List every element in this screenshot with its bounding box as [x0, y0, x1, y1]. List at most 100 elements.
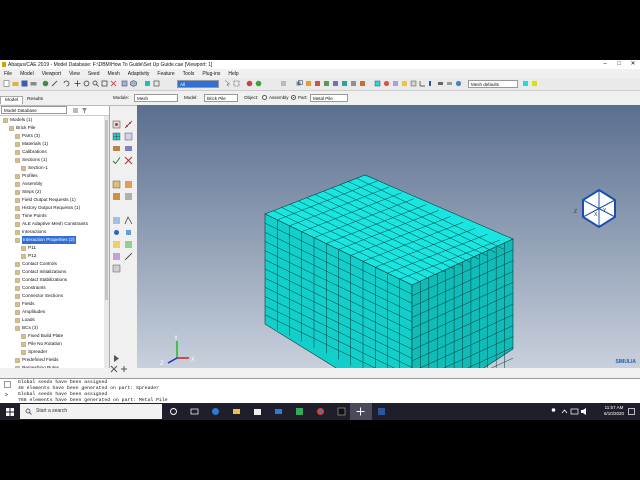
menu-mesh[interactable]: Mesh — [104, 71, 124, 77]
triad-toggle-icon[interactable] — [419, 80, 426, 87]
mesh-edge-icon[interactable] — [124, 216, 133, 225]
mesh-canvas[interactable]: X Y Z Y X Z — [137, 105, 640, 416]
layer-icon[interactable] — [359, 80, 366, 87]
menu-adaptivity[interactable]: Adaptivity — [124, 71, 154, 77]
tree-node[interactable]: Materials (1) — [15, 140, 48, 148]
verify-mesh-icon[interactable] — [112, 156, 121, 165]
open-folder-icon[interactable] — [12, 80, 19, 87]
tree-node[interactable]: Spreader — [21, 348, 47, 356]
task-view-icon[interactable] — [190, 407, 199, 416]
node-label-icon[interactable] — [401, 80, 408, 87]
sweep-mesh-icon[interactable] — [124, 240, 133, 249]
tree-node[interactable]: Amplitudes — [15, 308, 45, 316]
tree-node[interactable]: History Output Requests (1) — [15, 204, 80, 212]
magnify-icon[interactable] — [92, 80, 99, 87]
mesh-defaults-combo[interactable]: Mesh defaults — [468, 80, 518, 88]
tree-node[interactable]: Brick Pile — [9, 124, 36, 132]
taskbar-search-box[interactable]: Start a search — [20, 404, 162, 419]
menu-tools[interactable]: Tools — [179, 71, 199, 77]
tree-node[interactable]: Connector Sections — [15, 292, 63, 300]
partition-icon[interactable] — [112, 180, 121, 189]
seed-icon[interactable] — [383, 80, 390, 87]
model-select[interactable]: Brick Pile — [204, 94, 238, 102]
pan-icon[interactable] — [74, 80, 81, 87]
edge-browser-icon[interactable] — [211, 407, 220, 416]
tray-chevron-icon[interactable] — [560, 407, 569, 416]
query-icon[interactable] — [42, 80, 49, 87]
virtual-topology-icon[interactable] — [124, 192, 133, 201]
new-file-icon[interactable] — [3, 80, 10, 87]
tree-node[interactable]: Calibrations — [15, 148, 47, 156]
message-tab-icon[interactable] — [4, 381, 11, 388]
chrome-icon[interactable] — [316, 407, 325, 416]
palette-icon[interactable] — [255, 80, 262, 87]
tree-node[interactable]: Steps (2) — [15, 188, 41, 196]
toolbox-expand-icon[interactable] — [112, 354, 121, 363]
select-box-icon[interactable] — [233, 80, 240, 87]
edit-mesh-icon[interactable] — [112, 216, 121, 225]
hide-icon[interactable] — [350, 80, 357, 87]
tree-node[interactable]: Predefined Fields — [15, 356, 58, 364]
tree-node[interactable]: Field Output Requests (1) — [15, 196, 76, 204]
undo-icon[interactable] — [63, 80, 70, 87]
add-icon[interactable] — [323, 80, 330, 87]
color-code-icon[interactable] — [246, 80, 253, 87]
seed-part-icon[interactable] — [112, 120, 121, 129]
menu-seed[interactable]: Seed — [84, 71, 104, 77]
menu-view[interactable]: View — [65, 71, 84, 77]
tree-node[interactable]: Fixed Build Plate — [21, 332, 63, 340]
view-cube-icon[interactable]: X Y Z — [574, 188, 616, 229]
title-toggle-icon[interactable] — [437, 80, 444, 87]
menu-model[interactable]: Model — [16, 71, 38, 77]
save-icon[interactable] — [21, 80, 28, 87]
selection-filter-combo[interactable]: All — [177, 80, 219, 88]
partition-cell-icon[interactable] — [112, 192, 121, 201]
tree-options-icon[interactable] — [72, 107, 79, 114]
tree-node[interactable]: Assembly — [15, 180, 42, 188]
tab-model[interactable]: Model — [0, 96, 24, 104]
element-type-icon[interactable] — [124, 144, 133, 153]
people-icon[interactable] — [549, 407, 558, 416]
menu-feature[interactable]: Feature — [153, 71, 178, 77]
mesh-region-icon[interactable] — [124, 132, 133, 141]
select-icon[interactable] — [224, 80, 231, 87]
notification-icon[interactable] — [627, 407, 636, 416]
tree-node[interactable]: Contact Stabilizations — [15, 276, 67, 284]
windows-start-icon[interactable] — [6, 408, 14, 416]
node-tool-icon[interactable] — [112, 228, 121, 237]
mesh-display-icon[interactable] — [374, 80, 381, 87]
auto-fit-icon[interactable] — [110, 80, 117, 87]
menu-file[interactable]: File — [0, 71, 16, 77]
assembly-radio[interactable] — [262, 95, 267, 100]
model-database-select[interactable]: Model Database — [1, 106, 67, 114]
render-style-icon[interactable] — [144, 80, 151, 87]
command-prompt-icon[interactable] — [337, 407, 346, 416]
tab-results[interactable]: Results — [23, 96, 47, 104]
tree-node[interactable]: Time Points — [15, 212, 47, 220]
element-label-icon[interactable] — [392, 80, 399, 87]
replace-icon[interactable] — [305, 80, 312, 87]
viewport-pin-icon[interactable] — [120, 365, 128, 373]
tree-node[interactable]: Constraints — [15, 284, 46, 292]
tree-node[interactable]: Section-1 — [21, 164, 48, 172]
seed-edges-icon[interactable] — [124, 120, 133, 129]
tree-node[interactable]: Interaction Properties (2) — [15, 236, 76, 244]
tree-filter-icon[interactable] — [81, 107, 88, 114]
part-select[interactable]: Metal Pile — [310, 94, 348, 102]
mail-icon[interactable] — [274, 407, 283, 416]
tree-node[interactable]: Contact Controls — [15, 260, 57, 268]
mesh-part-icon[interactable] — [112, 132, 121, 141]
module-select[interactable]: Mesh — [134, 94, 178, 102]
mesh-color-icon[interactable] — [522, 80, 529, 87]
partition-face-icon[interactable] — [124, 180, 133, 189]
viewport[interactable]: X Y Z Y X Z SIMULIA — [137, 105, 640, 416]
assign-stack-icon[interactable] — [112, 252, 121, 261]
print-icon[interactable] — [30, 80, 37, 87]
delete-mesh-icon[interactable] — [124, 156, 133, 165]
metal-pile-mesh[interactable] — [264, 174, 514, 416]
cortana-icon[interactable] — [169, 407, 178, 416]
tree-node[interactable]: Contact Initializations — [15, 268, 66, 276]
orient-icon[interactable] — [124, 252, 133, 261]
mesh-controls-icon[interactable] — [112, 144, 121, 153]
tree-node[interactable]: P11 — [21, 244, 36, 252]
